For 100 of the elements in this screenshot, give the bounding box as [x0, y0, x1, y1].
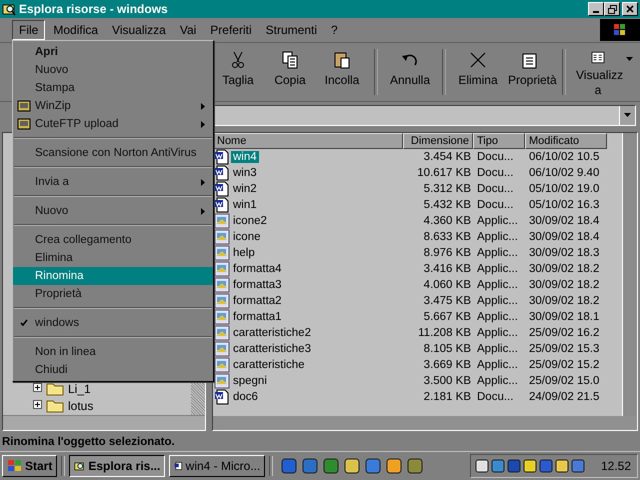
file-name[interactable]: caratteristiche2	[231, 327, 313, 339]
menu-item[interactable]: Chiudi	[13, 361, 213, 379]
toolbar-button[interactable]: Incolla	[316, 46, 368, 98]
file-name[interactable]: formatta1	[231, 311, 284, 323]
vertical-scrollbar[interactable]	[622, 133, 637, 416]
file-name[interactable]: win1	[231, 199, 259, 211]
menu-item[interactable]: Scansione con Norton AntiVirus	[13, 144, 213, 162]
file-type: Applic...	[476, 359, 519, 371]
file-name[interactable]: formatta2	[231, 295, 284, 307]
file-type: Docu...	[476, 151, 514, 163]
file-name[interactable]: caratteristiche3	[231, 343, 313, 355]
file-type: Applic...	[476, 375, 519, 387]
menu-item[interactable]: Elimina	[13, 249, 213, 267]
file-name[interactable]: win3	[231, 167, 259, 179]
taskbar-button[interactable]: Esplora ris...	[69, 455, 166, 477]
taskbar-button[interactable]: win4 - Micro...	[169, 455, 266, 477]
toolbar-button[interactable]: Proprietà	[504, 46, 556, 98]
file-size: 4.360 KB	[422, 215, 472, 227]
modified-date: 25/09/02 15.2	[528, 359, 600, 371]
application-icon	[214, 213, 230, 229]
expand-toggle[interactable]	[33, 400, 42, 412]
menu-item[interactable]: windows	[13, 314, 213, 332]
toolbar-button[interactable]: Copia	[264, 46, 316, 98]
start-button[interactable]: Start	[2, 455, 58, 477]
quick-launch-icon[interactable]	[407, 458, 424, 474]
file-name[interactable]: win2	[231, 183, 259, 195]
toolbar-button[interactable]: Elimina	[452, 46, 504, 98]
toolbar-button[interactable]: Visualizz a	[572, 46, 624, 98]
file-name[interactable]: formatta3	[231, 279, 284, 291]
modified-date: 25/09/02 15.3	[528, 343, 600, 355]
quick-launch-icon[interactable]	[365, 458, 382, 474]
menu-item[interactable]: Nuovo	[13, 61, 213, 79]
document-icon	[174, 459, 183, 473]
check-icon	[20, 319, 28, 327]
minimize-button[interactable]	[588, 2, 604, 16]
file-name[interactable]: icone	[231, 231, 262, 243]
windows-logo-icon	[600, 19, 640, 41]
column-header[interactable]: Dimensione	[403, 133, 473, 149]
close-button[interactable]	[622, 2, 638, 16]
file-size: 4.060 KB	[422, 279, 472, 291]
file-name[interactable]: doc6	[231, 391, 260, 403]
menu-item[interactable]: Non in linea	[13, 343, 213, 361]
file-type: Applic...	[476, 327, 519, 339]
menu-item[interactable]: Preferiti	[204, 21, 258, 39]
menu-item[interactable]: Invia a	[13, 173, 213, 191]
menu-item[interactable]: Vai	[174, 21, 202, 39]
restore-button[interactable]	[604, 2, 620, 16]
menu-item[interactable]: CuteFTP upload	[13, 115, 213, 133]
menu-item[interactable]: Apri	[13, 43, 213, 61]
file-name[interactable]: caratteristiche	[231, 359, 307, 371]
menu-item[interactable]: Stampa	[13, 79, 213, 97]
file-name[interactable]: icone2	[231, 215, 269, 227]
menu-item[interactable]: Rinomina	[13, 267, 213, 285]
menu-item[interactable]: WinZip	[13, 97, 213, 115]
file-type: Applic...	[476, 279, 519, 291]
file-size: 5.432 KB	[422, 199, 472, 211]
restore-icon	[608, 4, 616, 14]
dropdown-arrow-icon[interactable]	[626, 57, 633, 61]
file-type: Applic...	[476, 247, 519, 259]
document-icon	[214, 197, 230, 213]
menu-item[interactable]: Crea collegamento	[13, 231, 213, 249]
file-name[interactable]: win4	[231, 151, 259, 163]
tray-icon[interactable]	[554, 459, 569, 473]
address-field[interactable]	[214, 104, 636, 126]
application-icon	[214, 229, 230, 245]
menu-item[interactable]: Proprietà	[13, 285, 213, 303]
tray-icon[interactable]	[522, 459, 537, 473]
menu-item[interactable]: File	[12, 20, 46, 40]
column-header[interactable]: Tipo	[473, 133, 525, 149]
menu-item[interactable]: ?	[325, 21, 344, 39]
folder-name[interactable]: Li_1	[68, 382, 91, 396]
quick-launch-icon[interactable]	[281, 458, 298, 474]
file-type: Applic...	[476, 343, 519, 355]
quick-launch-icon[interactable]	[302, 458, 318, 474]
toolbar-button[interactable]: Annulla	[384, 46, 436, 98]
menu-item[interactable]: Strumenti	[260, 21, 323, 39]
submenu-arrow-icon	[201, 208, 205, 214]
quick-launch-icon[interactable]	[386, 458, 402, 474]
modified-date: 05/10/02 19.0	[528, 183, 600, 195]
menu-item[interactable]: Modifica	[47, 21, 104, 39]
folder-name[interactable]: lotus	[68, 398, 94, 412]
modified-date: 30/09/02 18.4	[528, 231, 600, 243]
column-header[interactable]: Nome	[213, 133, 403, 149]
quick-launch-icon[interactable]	[344, 458, 360, 474]
file-type: Applic...	[476, 311, 519, 323]
application-icon	[214, 341, 230, 357]
horizontal-scrollbar[interactable]	[3, 415, 205, 430]
file-name[interactable]: formatta4	[231, 263, 284, 275]
file-name[interactable]: spegni	[231, 375, 269, 387]
folder-icon	[46, 398, 64, 412]
toolbar-button[interactable]: Taglia	[212, 46, 264, 98]
tray-icon[interactable]	[474, 459, 489, 473]
column-header[interactable]: Modificato	[525, 133, 607, 149]
menu-item[interactable]: Nuovo	[13, 202, 213, 220]
document-icon	[214, 389, 230, 405]
menu-item[interactable]: Visualizza	[106, 21, 172, 39]
file-name[interactable]: help	[231, 247, 257, 259]
expand-toggle[interactable]	[33, 382, 42, 394]
quick-launch-icon[interactable]	[323, 458, 340, 474]
horizontal-scrollbar[interactable]	[213, 416, 637, 430]
